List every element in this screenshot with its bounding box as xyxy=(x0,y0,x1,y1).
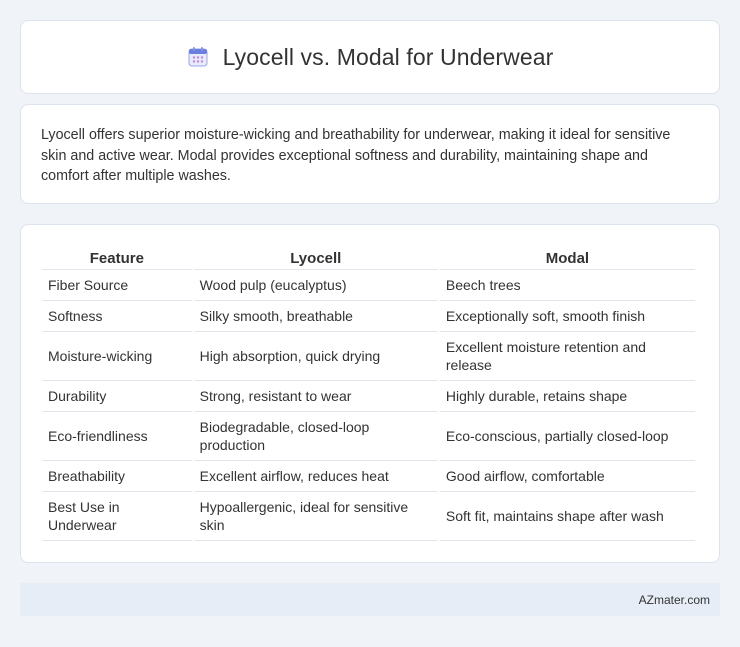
column-header-lyocell: Lyocell xyxy=(193,245,438,270)
modal-cell: Eco-conscious, partially closed-loop xyxy=(439,412,695,461)
page-title: Lyocell vs. Modal for Underwear xyxy=(222,43,554,70)
lyocell-cell: Hypoallergenic, ideal for sensitive skin xyxy=(193,492,438,541)
table-row: Best Use in Underwear Hypoallergenic, id… xyxy=(42,492,695,541)
lyocell-cell: Silky smooth, breathable xyxy=(193,301,438,332)
lyocell-cell: Wood pulp (eucalyptus) xyxy=(193,270,438,301)
header-card: Lyocell vs. Modal for Underwear xyxy=(20,20,720,94)
lyocell-cell: High absorption, quick drying xyxy=(193,332,438,381)
lyocell-cell: Biodegradable, closed-loop production xyxy=(193,412,438,461)
modal-cell: Good airflow, comfortable xyxy=(439,461,695,492)
table-row: Breathability Excellent airflow, reduces… xyxy=(42,461,695,492)
modal-cell: Beech trees xyxy=(439,270,695,301)
modal-cell: Excellent moisture retention and release xyxy=(439,332,695,381)
feature-cell: Best Use in Underwear xyxy=(42,492,192,541)
feature-cell: Moisture-wicking xyxy=(42,332,192,381)
table-row: Fiber Source Wood pulp (eucalyptus) Beec… xyxy=(42,270,695,301)
feature-cell: Softness xyxy=(42,301,192,332)
table-row: Eco-friendliness Biodegradable, closed-l… xyxy=(42,412,695,461)
feature-cell: Durability xyxy=(42,381,192,412)
lyocell-cell: Strong, resistant to wear xyxy=(193,381,438,412)
feature-cell: Breathability xyxy=(42,461,192,492)
column-header-modal: Modal xyxy=(439,245,695,270)
lyocell-cell: Excellent airflow, reduces heat xyxy=(193,461,438,492)
table-header-row: Feature Lyocell Modal xyxy=(42,245,695,270)
calendar-icon xyxy=(187,46,209,68)
modal-cell: Soft fit, maintains shape after wash xyxy=(439,492,695,541)
title-wrap: Lyocell vs. Modal for Underwear xyxy=(187,44,554,71)
feature-cell: Eco-friendliness xyxy=(42,412,192,461)
intro-paragraph: Lyocell offers superior moisture-wicking… xyxy=(41,127,671,185)
column-header-feature: Feature xyxy=(42,245,192,270)
feature-cell: Fiber Source xyxy=(42,270,192,301)
comparison-table: Feature Lyocell Modal Fiber Source Wood … xyxy=(40,245,697,541)
modal-cell: Highly durable, retains shape xyxy=(439,381,695,412)
table-row: Softness Silky smooth, breathable Except… xyxy=(42,301,695,332)
footer-bar: AZmater.com xyxy=(20,583,720,616)
table-row: Durability Strong, resistant to wear Hig… xyxy=(42,381,695,412)
table-row: Moisture-wicking High absorption, quick … xyxy=(42,332,695,381)
intro-card: Lyocell offers superior moisture-wicking… xyxy=(20,104,720,204)
modal-cell: Exceptionally soft, smooth finish xyxy=(439,301,695,332)
footer-site-name: AZmater.com xyxy=(638,592,710,607)
comparison-table-card: Feature Lyocell Modal Fiber Source Wood … xyxy=(20,224,720,563)
